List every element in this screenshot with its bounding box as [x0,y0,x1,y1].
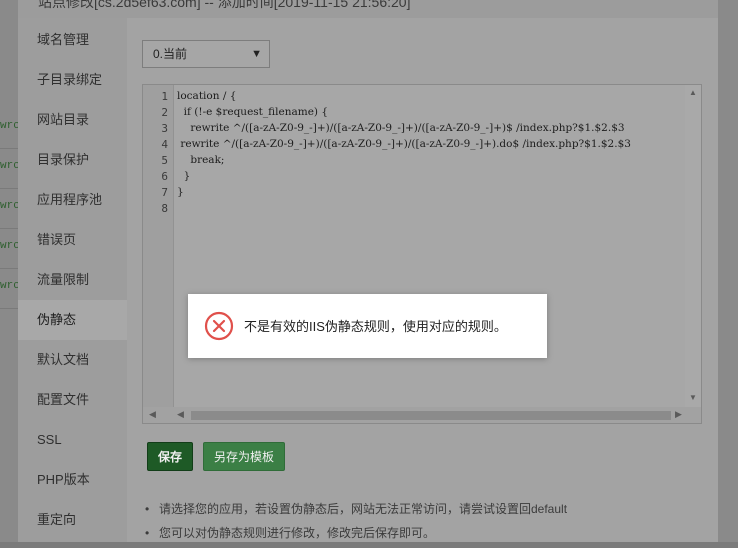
line-number-gutter: 1 2 3 4 5 6 7 8 [143,85,174,423]
line-number: 2 [161,106,168,119]
tip-item: 请选择您的应用，若设置伪静态后，网站无法正常访问，请尝试设置回default [145,500,705,524]
line-number: 5 [161,154,168,167]
background-row-text: wrc [0,120,20,132]
sidebar-item-site-dir[interactable]: 网站目录 [18,100,127,140]
rewrite-template-select[interactable]: 0.当前 ▼ [142,40,270,68]
sidebar-item-domain[interactable]: 域名管理 [18,20,127,60]
toast-message: 不是有效的IIS伪静态规则，使用对应的规则。 [244,319,507,334]
background-row: wrc [0,188,20,229]
line-number: 6 [161,170,168,183]
dialog-title: 站点修改[cs.2d5ef63.com] -- 添加时间[2019-11-15 … [38,0,411,10]
code-line: rewrite ^/([a-zA-Z0-9_-]+)/([a-zA-Z0-9_-… [177,138,631,150]
line-number: 1 [161,90,168,103]
sidebar-item-error-page[interactable]: 错误页 [18,220,127,260]
code-line: if (!-e $request_filename) { [177,106,329,118]
error-toast: 不是有效的IIS伪静态规则，使用对应的规则。 [188,294,547,358]
sidebar-item-subdir-binding[interactable]: 子目录绑定 [18,60,127,100]
rewrite-panel: 0.当前 ▼ 1 2 3 4 5 6 7 8 location / { if (… [127,18,718,542]
background-row-text: wrc [0,200,20,212]
sidebar-item-traffic-limit[interactable]: 流量限制 [18,260,127,300]
rewrite-code-editor[interactable]: 1 2 3 4 5 6 7 8 location / { if (!-e $re… [142,84,702,424]
sidebar-item-ssl[interactable]: SSL [18,420,127,460]
sidebar-item-dir-protect[interactable]: 目录保护 [18,140,127,180]
sidebar-item-php-version[interactable]: PHP版本 [18,460,127,500]
sidebar-item-app-pool[interactable]: 应用程序池 [18,180,127,220]
line-number: 4 [161,138,168,151]
background-row: wrc [0,148,20,189]
scroll-left-icon[interactable]: ◀ [149,409,156,420]
save-as-template-button[interactable]: 另存为模板 [203,442,285,471]
line-number: 7 [161,186,168,199]
code-line: } [177,186,184,198]
sidebar-item-rewrite[interactable]: 伪静态 [18,300,127,340]
tip-item: 您可以对伪静态规则进行修改，修改完后保存即可。 [145,524,705,548]
vertical-scrollbar[interactable]: ▲ ▼ [685,85,701,407]
background-row: wrc [0,228,20,269]
caret-down-icon: ▼ [251,48,262,60]
scroll-up-icon[interactable]: ▲ [689,88,697,97]
background-row: wrc [0,268,20,309]
code-line: rewrite ^/([a-zA-Z0-9_-]+)/([a-zA-Z0-9_-… [177,122,625,134]
rewrite-template-value: 0.当前 [153,47,188,61]
scroll-left-icon[interactable]: ◀ [177,409,184,420]
background-row-text: wrc [0,280,20,292]
code-line: break; [177,154,225,166]
settings-sidebar: 域名管理 子目录绑定 网站目录 目录保护 应用程序池 错误页 流量限制 伪静态 … [18,18,127,542]
code-line: } [177,170,191,182]
tips-list: 请选择您的应用，若设置伪静态后，网站无法正常访问，请尝试设置回default 您… [145,500,705,548]
line-number: 3 [161,122,168,135]
save-button[interactable]: 保存 [147,442,193,471]
background-row: wrc [0,108,20,149]
sidebar-item-default-doc[interactable]: 默认文档 [18,340,127,380]
sidebar-item-config-file[interactable]: 配置文件 [18,380,127,420]
background-row-text: wrc [0,160,20,172]
site-settings-dialog: 站点修改[cs.2d5ef63.com] -- 添加时间[2019-11-15 … [18,0,718,542]
horizontal-scrollbar[interactable]: ◀ ◀ ▶ [143,407,701,423]
line-number: 8 [161,202,168,215]
dialog-title-bar: 站点修改[cs.2d5ef63.com] -- 添加时间[2019-11-15 … [18,0,718,18]
sidebar-item-redirect[interactable]: 重定向 [18,500,127,540]
horizontal-scroll-thumb[interactable] [191,411,671,420]
scroll-right-icon[interactable]: ▶ [675,409,682,420]
error-circle-x-icon [204,311,234,341]
code-line: location / { [177,90,237,102]
background-row-text: wrc [0,240,20,252]
scroll-down-icon[interactable]: ▼ [689,393,697,402]
